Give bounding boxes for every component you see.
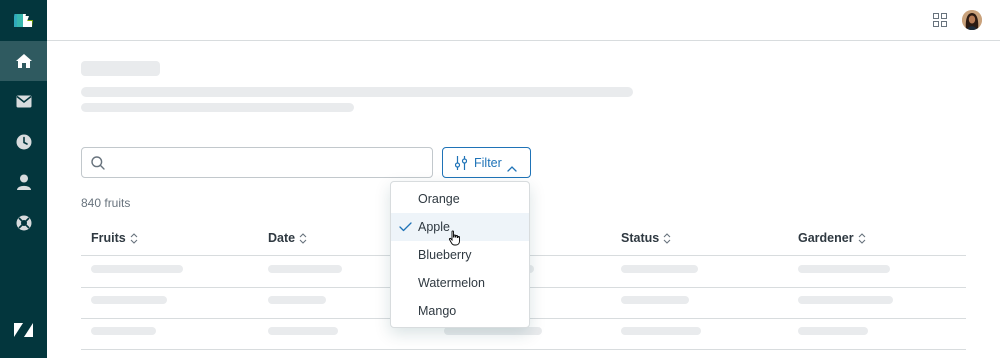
nav-users[interactable] [0,162,47,202]
cell-skeleton [91,265,183,273]
title-skeleton [81,61,160,76]
menu-item-orange[interactable]: Orange [391,185,529,213]
nav-recent[interactable] [0,122,47,162]
filter-label: Filter [474,156,502,170]
result-count: 840 fruits [81,196,131,210]
cell-skeleton [268,296,326,304]
cell-skeleton [91,296,167,304]
menu-item-label: Apple [418,220,450,234]
description-skeleton-2 [81,103,354,112]
search-field[interactable] [81,147,433,178]
menu-item-label: Blueberry [418,248,472,262]
check-icon [399,221,412,235]
cell-skeleton [798,327,868,335]
sort-icon [299,232,307,244]
cell-skeleton [798,265,890,273]
zendesk-product-icon[interactable] [0,0,47,40]
column-label: Fruits [91,231,126,245]
cell-skeleton [268,327,338,335]
support-icon [16,215,32,231]
sliders-icon [454,156,468,175]
cell-skeleton [621,265,698,273]
chevron-up-icon [507,159,517,177]
top-header [47,0,1000,41]
column-label: Status [621,231,660,245]
search-input[interactable] [112,153,422,173]
column-label: Date [268,231,296,245]
description-skeleton [81,87,633,97]
row-divider [81,349,966,350]
menu-item-mango[interactable]: Mango [391,297,529,325]
cell-skeleton [444,327,542,335]
cell-skeleton [621,296,689,304]
filter-button[interactable]: Filter [442,147,531,178]
nav-mail[interactable] [0,81,47,121]
column-header-status[interactable]: Status [621,231,671,245]
hand-pointer-icon [448,230,462,251]
column-label: Gardener [798,231,854,245]
menu-item-watermelon[interactable]: Watermelon [391,269,529,297]
user-icon [16,174,31,190]
grid-icon[interactable] [933,13,947,27]
cell-skeleton [798,296,893,304]
clock-icon [16,134,32,150]
nav-home[interactable] [0,41,47,81]
zendesk-logo-icon[interactable] [0,310,47,350]
filter-dropdown-menu: Orange Apple Blueberry Watermelon Mango [390,181,530,328]
menu-item-label: Mango [418,304,457,318]
home-icon [15,53,33,69]
sort-icon [663,232,671,244]
menu-item-label: Watermelon [418,276,485,290]
cell-skeleton [91,327,156,335]
nav-support[interactable] [0,203,47,243]
menu-item-label: Orange [418,192,460,206]
cell-skeleton [268,265,342,273]
user-avatar[interactable] [962,10,982,30]
mail-icon [16,95,32,108]
sort-icon [858,232,866,244]
column-header-date[interactable]: Date [268,231,307,245]
column-header-gardener[interactable]: Gardener [798,231,866,245]
cell-skeleton [621,327,701,335]
sort-icon [130,232,138,244]
column-header-fruits[interactable]: Fruits [91,231,138,245]
sidebar [0,0,47,358]
